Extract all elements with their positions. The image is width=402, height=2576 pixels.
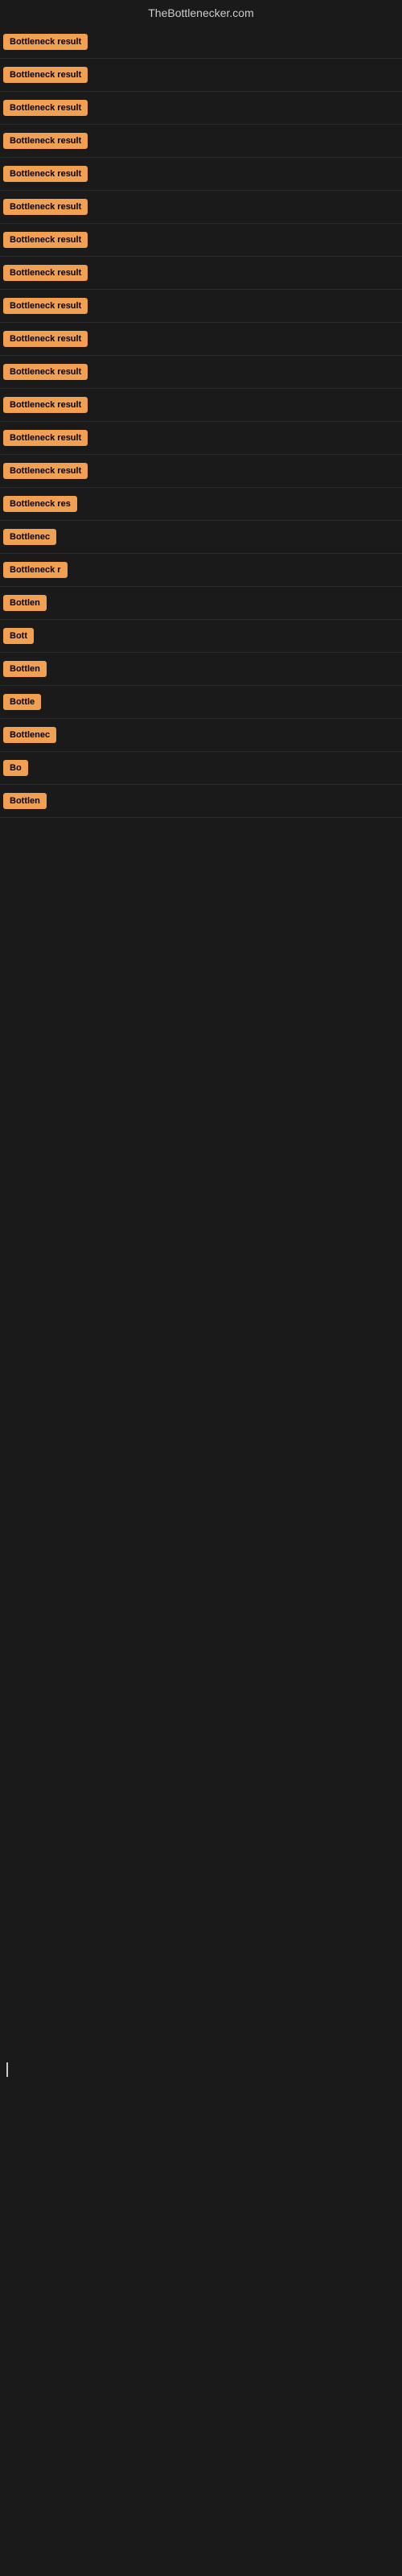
list-item: Bottleneck result — [0, 26, 402, 59]
bottleneck-badge[interactable]: Bott — [3, 628, 34, 644]
bottleneck-badge[interactable]: Bottleneck result — [3, 265, 88, 281]
bottleneck-badge[interactable]: Bottlen — [3, 793, 47, 809]
bottleneck-badge[interactable]: Bottleneck result — [3, 430, 88, 446]
bottleneck-badge[interactable]: Bottleneck result — [3, 331, 88, 347]
bottleneck-badge[interactable]: Bottleneck res — [3, 496, 77, 512]
list-item: Bottleneck result — [0, 422, 402, 455]
bottleneck-badge[interactable]: Bottlenec — [3, 727, 56, 743]
list-item: Bottlenec — [0, 521, 402, 554]
list-item: Bottle — [0, 686, 402, 719]
bottleneck-badge[interactable]: Bottleneck result — [3, 67, 88, 83]
bottleneck-badge[interactable]: Bottleneck r — [3, 562, 68, 578]
list-item: Bottleneck result — [0, 125, 402, 158]
list-item: Bo — [0, 752, 402, 785]
items-list: Bottleneck result Bottleneck result Bottle… — [0, 26, 402, 818]
list-item: Bottleneck result — [0, 59, 402, 92]
list-item: Bottleneck result — [0, 356, 402, 389]
bottleneck-badge[interactable]: Bottleneck result — [3, 463, 88, 479]
list-item: Bottleneck r — [0, 554, 402, 587]
bottleneck-badge[interactable]: Bottleneck result — [3, 364, 88, 380]
bottleneck-badge[interactable]: Bottleneck result — [3, 232, 88, 248]
list-item: Bottleneck result — [0, 191, 402, 224]
bottleneck-badge[interactable]: Bottle — [3, 694, 41, 710]
list-item: Bottleneck result — [0, 323, 402, 356]
list-item: Bottleneck result — [0, 389, 402, 422]
list-item: Bottleneck result — [0, 158, 402, 191]
bottleneck-badge[interactable]: Bottlen — [3, 595, 47, 611]
list-item: Bottlen — [0, 587, 402, 620]
list-item: Bott — [0, 620, 402, 653]
list-item: Bottleneck result — [0, 455, 402, 488]
bottleneck-badge[interactable]: Bottlenec — [3, 529, 56, 545]
list-item: Bottlenec — [0, 719, 402, 752]
bottleneck-badge[interactable]: Bottleneck result — [3, 34, 88, 50]
bottleneck-badge[interactable]: Bottleneck result — [3, 100, 88, 116]
list-item: Bottlen — [0, 653, 402, 686]
list-item: Bottleneck result — [0, 224, 402, 257]
bottleneck-badge[interactable]: Bottleneck result — [3, 298, 88, 314]
bottleneck-badge[interactable]: Bottleneck result — [3, 199, 88, 215]
list-item: Bottleneck result — [0, 92, 402, 125]
bottleneck-badge[interactable]: Bo — [3, 760, 28, 776]
bottleneck-badge[interactable]: Bottleneck result — [3, 133, 88, 149]
list-item: Bottleneck result — [0, 290, 402, 323]
site-title-bar: TheBottlenecker.com — [0, 0, 402, 26]
bottleneck-badge[interactable]: Bottleneck result — [3, 397, 88, 413]
list-item: Bottleneck result — [0, 257, 402, 290]
list-item: Bottlen — [0, 785, 402, 818]
cursor-line — [6, 2062, 8, 2077]
bottleneck-badge[interactable]: Bottleneck result — [3, 166, 88, 182]
list-item: Bottleneck res — [0, 488, 402, 521]
site-title: TheBottlenecker.com — [0, 0, 402, 26]
bottleneck-badge[interactable]: Bottlen — [3, 661, 47, 677]
